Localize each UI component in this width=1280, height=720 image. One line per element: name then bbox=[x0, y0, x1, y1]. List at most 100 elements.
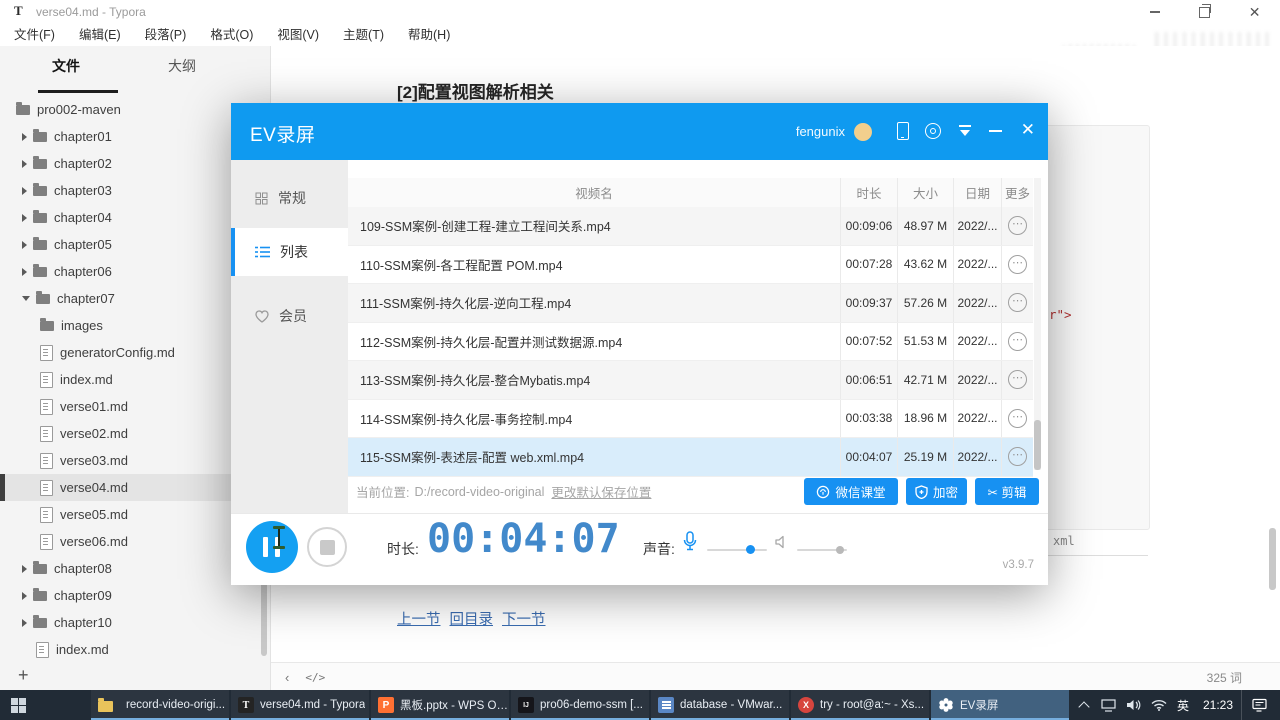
nav-member[interactable]: 会员 bbox=[231, 292, 348, 340]
chevron-right-icon[interactable] bbox=[22, 186, 27, 195]
clock[interactable]: 21:23 bbox=[1195, 698, 1241, 712]
menu-file[interactable]: 文件(F) bbox=[2, 24, 67, 43]
dialog-minimize-icon[interactable] bbox=[989, 130, 1002, 132]
tree-item-verse01[interactable]: verse01.md bbox=[0, 393, 270, 420]
input-language-indicator[interactable]: 英 bbox=[1171, 697, 1195, 714]
tree-item-chapter04[interactable]: chapter04 bbox=[0, 204, 270, 231]
tab-files[interactable]: 文件 bbox=[52, 56, 80, 76]
tree-item-verse03[interactable]: verse03.md bbox=[0, 447, 270, 474]
table-scrollbar-thumb[interactable] bbox=[1034, 420, 1041, 470]
menu-theme[interactable]: 主题(T) bbox=[331, 24, 396, 43]
col-date[interactable]: 日期 bbox=[953, 178, 1001, 207]
tree-item-chapter07[interactable]: chapter07 bbox=[0, 285, 270, 312]
tree-item-chapter05[interactable]: chapter05 bbox=[0, 231, 270, 258]
source-mode-icon[interactable]: </> bbox=[305, 671, 325, 684]
col-video-name[interactable]: 视频名 bbox=[348, 178, 840, 207]
tree-item-root[interactable]: pro002-maven bbox=[0, 96, 270, 123]
table-row[interactable]: 110-SSM案例-各工程配置 POM.mp4 00:07:28 43.62 M… bbox=[348, 245, 1033, 284]
tree-item-verse04-selected[interactable]: verse04.md bbox=[0, 474, 270, 501]
avatar[interactable] bbox=[854, 123, 872, 141]
tree-item-index[interactable]: index.md bbox=[0, 366, 270, 393]
tab-outline[interactable]: 大纲 bbox=[168, 56, 196, 76]
close-icon[interactable]: ✕ bbox=[1249, 5, 1261, 19]
restore-icon[interactable] bbox=[1198, 3, 1211, 18]
tree-item-chapter10[interactable]: chapter10 bbox=[0, 609, 270, 636]
tree-item-index-bottom[interactable]: index.md bbox=[0, 636, 270, 663]
chevron-right-icon[interactable] bbox=[22, 213, 27, 222]
microphone-icon[interactable] bbox=[683, 531, 697, 556]
pause-record-button[interactable] bbox=[246, 521, 298, 573]
tree-item-images[interactable]: images bbox=[0, 312, 270, 339]
next-section-link[interactable]: 下一节 bbox=[502, 612, 546, 628]
table-row[interactable]: 112-SSM案例-持久化层-配置并测试数据源.mp4 00:07:52 51.… bbox=[348, 322, 1033, 361]
minimize-icon[interactable] bbox=[1149, 11, 1160, 13]
wifi-icon[interactable] bbox=[1146, 699, 1171, 711]
chevron-right-icon[interactable] bbox=[22, 132, 27, 141]
computer-icon[interactable] bbox=[1096, 698, 1121, 712]
taskbar-item-xshell[interactable]: X try - root@a:~ - Xs... bbox=[791, 690, 929, 720]
new-file-button[interactable]: + bbox=[18, 665, 29, 686]
table-scrollbar[interactable] bbox=[1034, 178, 1041, 470]
menu-view[interactable]: 视图(V) bbox=[265, 24, 331, 43]
code-language-label[interactable]: xml bbox=[1053, 534, 1075, 548]
mic-volume-handle[interactable] bbox=[746, 545, 755, 554]
col-more[interactable]: 更多 bbox=[1001, 178, 1033, 207]
menu-edit[interactable]: 编辑(E) bbox=[67, 24, 133, 43]
tree-item-chapter03[interactable]: chapter03 bbox=[0, 177, 270, 204]
chevron-right-icon[interactable] bbox=[22, 240, 27, 249]
tree-item-generatorconfig[interactable]: generatorConfig.md bbox=[0, 339, 270, 366]
chevron-right-icon[interactable] bbox=[22, 267, 27, 276]
table-row[interactable]: 113-SSM案例-持久化层-整合Mybatis.mp4 00:06:51 42… bbox=[348, 361, 1033, 400]
menu-format[interactable]: 格式(O) bbox=[198, 24, 265, 43]
tree-item-chapter09[interactable]: chapter09 bbox=[0, 582, 270, 609]
change-location-link[interactable]: 更改默认保存位置 bbox=[551, 482, 651, 501]
speaker-icon[interactable] bbox=[774, 535, 789, 554]
chevron-right-icon[interactable] bbox=[22, 564, 27, 573]
tree-item-verse05[interactable]: verse05.md bbox=[0, 501, 270, 528]
chevron-right-icon[interactable] bbox=[22, 618, 27, 627]
start-button[interactable] bbox=[0, 690, 37, 720]
speaker-volume-handle[interactable] bbox=[836, 546, 844, 554]
taskbar-item-typora[interactable]: T verse04.md - Typora bbox=[231, 690, 369, 720]
encrypt-button[interactable]: 加密 bbox=[906, 478, 967, 505]
more-options-button[interactable]: ⋯ bbox=[1008, 331, 1027, 351]
taskbar-item-explorer[interactable]: record-video-origi... bbox=[91, 690, 229, 720]
settings-gear-icon[interactable] bbox=[925, 123, 941, 139]
username[interactable]: fengunix bbox=[796, 124, 845, 139]
taskbar-item-idea[interactable]: IJ pro06-demo-ssm [... bbox=[511, 690, 649, 720]
table-row[interactable]: 111-SSM案例-持久化层-逆向工程.mp4 00:09:37 57.26 M… bbox=[348, 284, 1033, 323]
volume-icon[interactable] bbox=[1121, 699, 1146, 711]
editor-scrollbar[interactable] bbox=[1269, 528, 1276, 590]
more-options-button[interactable]: ⋯ bbox=[1008, 408, 1027, 428]
dialog-close-icon[interactable]: ✕ bbox=[1021, 121, 1035, 138]
action-center-icon[interactable] bbox=[1241, 690, 1276, 720]
table-row[interactable]: 109-SSM案例-创建工程-建立工程间关系.mp4 00:09:06 48.9… bbox=[348, 207, 1033, 246]
tray-expand-icon[interactable] bbox=[1071, 700, 1096, 713]
menu-help[interactable]: 帮助(H) bbox=[396, 24, 462, 43]
wechat-class-button[interactable]: 微信课堂 bbox=[804, 478, 898, 505]
tree-item-chapter08[interactable]: chapter08 bbox=[0, 555, 270, 582]
table-row[interactable]: 114-SSM案例-持久化层-事务控制.mp4 00:03:38 18.96 M… bbox=[348, 399, 1033, 438]
minimize-to-tray-icon[interactable] bbox=[959, 125, 971, 137]
tree-item-chapter06[interactable]: chapter06 bbox=[0, 258, 270, 285]
prev-section-link[interactable]: 上一节 bbox=[397, 612, 441, 628]
mobile-icon[interactable] bbox=[897, 122, 909, 140]
col-size[interactable]: 大小 bbox=[897, 178, 953, 207]
chevron-down-icon[interactable] bbox=[22, 296, 30, 301]
tree-item-verse02[interactable]: verse02.md bbox=[0, 420, 270, 447]
more-options-button[interactable]: ⋯ bbox=[1008, 293, 1027, 313]
tree-item-chapter02[interactable]: chapter02 bbox=[0, 150, 270, 177]
mic-volume-slider[interactable] bbox=[707, 549, 767, 551]
chevron-right-icon[interactable] bbox=[22, 591, 27, 600]
taskbar-item-ev-active[interactable]: EV录屏 bbox=[931, 690, 1069, 720]
taskbar-item-wps[interactable]: P 黑板.pptx - WPS Of... bbox=[371, 690, 509, 720]
more-options-button[interactable]: ⋯ bbox=[1008, 447, 1027, 467]
tree-item-verse06[interactable]: verse06.md bbox=[0, 528, 270, 555]
taskbar-item-vmware[interactable]: database - VMwar... bbox=[651, 690, 789, 720]
more-options-button[interactable]: ⋯ bbox=[1008, 370, 1027, 390]
more-options-button[interactable]: ⋯ bbox=[1008, 216, 1027, 236]
clip-button[interactable]: ✂ 剪辑 bbox=[975, 478, 1039, 505]
sidebar-toggle-icon[interactable]: ‹ bbox=[285, 670, 289, 685]
stop-record-button[interactable] bbox=[307, 527, 347, 567]
more-options-button[interactable]: ⋯ bbox=[1008, 254, 1027, 274]
